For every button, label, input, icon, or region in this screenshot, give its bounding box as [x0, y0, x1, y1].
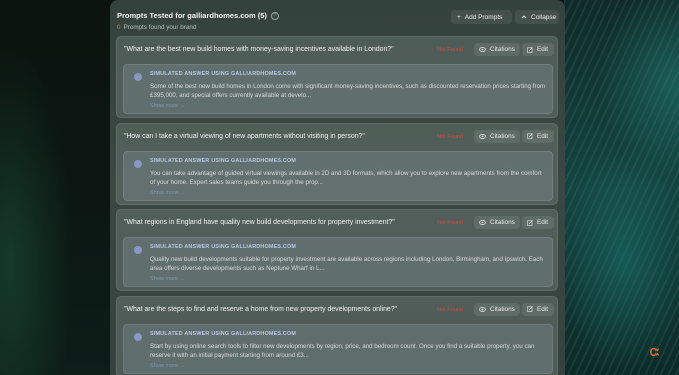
eye-icon: [479, 306, 486, 312]
edit-button[interactable]: Edit: [522, 129, 554, 143]
status-badge: Not Found: [437, 306, 464, 313]
eye-icon: [479, 47, 486, 52]
status-badge: Not Found: [437, 220, 464, 226]
edit-icon: [527, 46, 533, 53]
edit-icon: [527, 133, 533, 139]
found-count: 0: [117, 24, 121, 31]
prompt-question: "What are the best new build homes with …: [124, 46, 394, 53]
edit-label: Edit: [537, 46, 549, 53]
found-text: Prompts found your brand: [123, 24, 197, 31]
prompt-card: "What are the best new build homes with …: [116, 36, 558, 118]
ai-icon: [134, 246, 142, 254]
answer-label: SIMULATED ANSWER USING GALLIARDHOMES.COM: [150, 330, 297, 337]
edit-button[interactable]: Edit: [522, 43, 554, 56]
help-icon[interactable]: ?: [270, 11, 279, 20]
prompt-card: "What regions in England have quality ne…: [116, 209, 558, 291]
edit-button[interactable]: Edit: [522, 302, 554, 316]
answer-label: SIMULATED ANSWER USING GALLIARDHOMES.COM: [150, 244, 297, 250]
collapse-label: Collapse: [531, 13, 557, 21]
background-right: [564, 0, 679, 375]
prompt-list: "What are the best new build homes with …: [116, 36, 558, 375]
citations-button[interactable]: Citations: [474, 129, 520, 143]
citations-button[interactable]: Citations: [474, 302, 520, 316]
brand-logo-icon[interactable]: Ꮸ: [650, 347, 662, 359]
show-more-link[interactable]: Show more →: [150, 190, 185, 196]
citations-label: Citations: [490, 305, 515, 313]
add-prompts-button[interactable]: + Add Prompts: [451, 10, 512, 24]
prompt-question: "What are the steps to find and reserve …: [124, 305, 398, 313]
show-more-link[interactable]: Show more →: [150, 363, 185, 369]
edit-label: Edit: [537, 132, 549, 140]
status-badge: Not Found: [437, 47, 464, 53]
add-prompts-label: Add Prompts: [464, 13, 503, 21]
citations-label: Citations: [490, 46, 515, 53]
prompt-question: "How can I take a virtual viewing of new…: [124, 132, 365, 140]
ai-icon: [134, 159, 142, 168]
simulated-answer: SIMULATED ANSWER USING GALLIARDHOMES.COM…: [123, 150, 553, 201]
edit-label: Edit: [537, 305, 549, 313]
found-summary: 0 Prompts found your brand: [117, 24, 196, 31]
chevron-up-icon: [521, 14, 527, 20]
plus-icon: +: [457, 13, 461, 21]
answer-text: You can take advantage of guided virtual…: [150, 169, 542, 186]
answer-label: SIMULATED ANSWER USING GALLIARDHOMES.COM: [150, 157, 297, 164]
edit-label: Edit: [537, 219, 549, 226]
citations-button[interactable]: Citations: [474, 216, 520, 229]
eye-icon: [479, 220, 486, 225]
background-left: [0, 0, 110, 375]
citations-button[interactable]: Citations: [474, 43, 520, 56]
citations-label: Citations: [490, 219, 515, 226]
prompt-question: "What regions in England have quality ne…: [124, 219, 395, 226]
panel-header: Prompts Tested for galliardhomes.com (5)…: [110, 0, 565, 40]
simulated-answer: SIMULATED ANSWER USING GALLIARDHOMES.COM…: [123, 64, 553, 114]
collapse-button[interactable]: Collapse: [515, 10, 559, 24]
panel-title: Prompts Tested for galliardhomes.com (5): [117, 11, 267, 20]
edit-icon: [527, 306, 533, 312]
prompt-card: "How can I take a virtual viewing of new…: [116, 122, 558, 205]
citations-label: Citations: [490, 132, 515, 140]
prompt-card: "What are the steps to find and reserve …: [116, 295, 558, 375]
answer-label: SIMULATED ANSWER USING GALLIARDHOMES.COM: [150, 71, 297, 77]
edit-button[interactable]: Edit: [522, 216, 554, 229]
show-more-link[interactable]: Show more →: [150, 276, 185, 282]
simulated-answer: SIMULATED ANSWER USING GALLIARDHOMES.COM…: [123, 323, 553, 374]
ai-icon: [134, 73, 142, 81]
answer-text: Start by using online search tools to fi…: [150, 342, 535, 359]
answer-text: Some of the best new build homes in Lond…: [150, 83, 546, 99]
answer-text: Quality new build developments suitable …: [150, 256, 543, 272]
eye-icon: [479, 133, 486, 139]
show-more-link[interactable]: Show more →: [150, 103, 185, 109]
simulated-answer: SIMULATED ANSWER USING GALLIARDHOMES.COM…: [123, 237, 553, 287]
status-badge: Not Found: [437, 133, 464, 140]
edit-icon: [527, 219, 533, 226]
title-row: Prompts Tested for galliardhomes.com (5)…: [117, 11, 279, 20]
ai-icon: [134, 332, 142, 341]
prompts-panel: Prompts Tested for galliardhomes.com (5)…: [110, 0, 565, 375]
